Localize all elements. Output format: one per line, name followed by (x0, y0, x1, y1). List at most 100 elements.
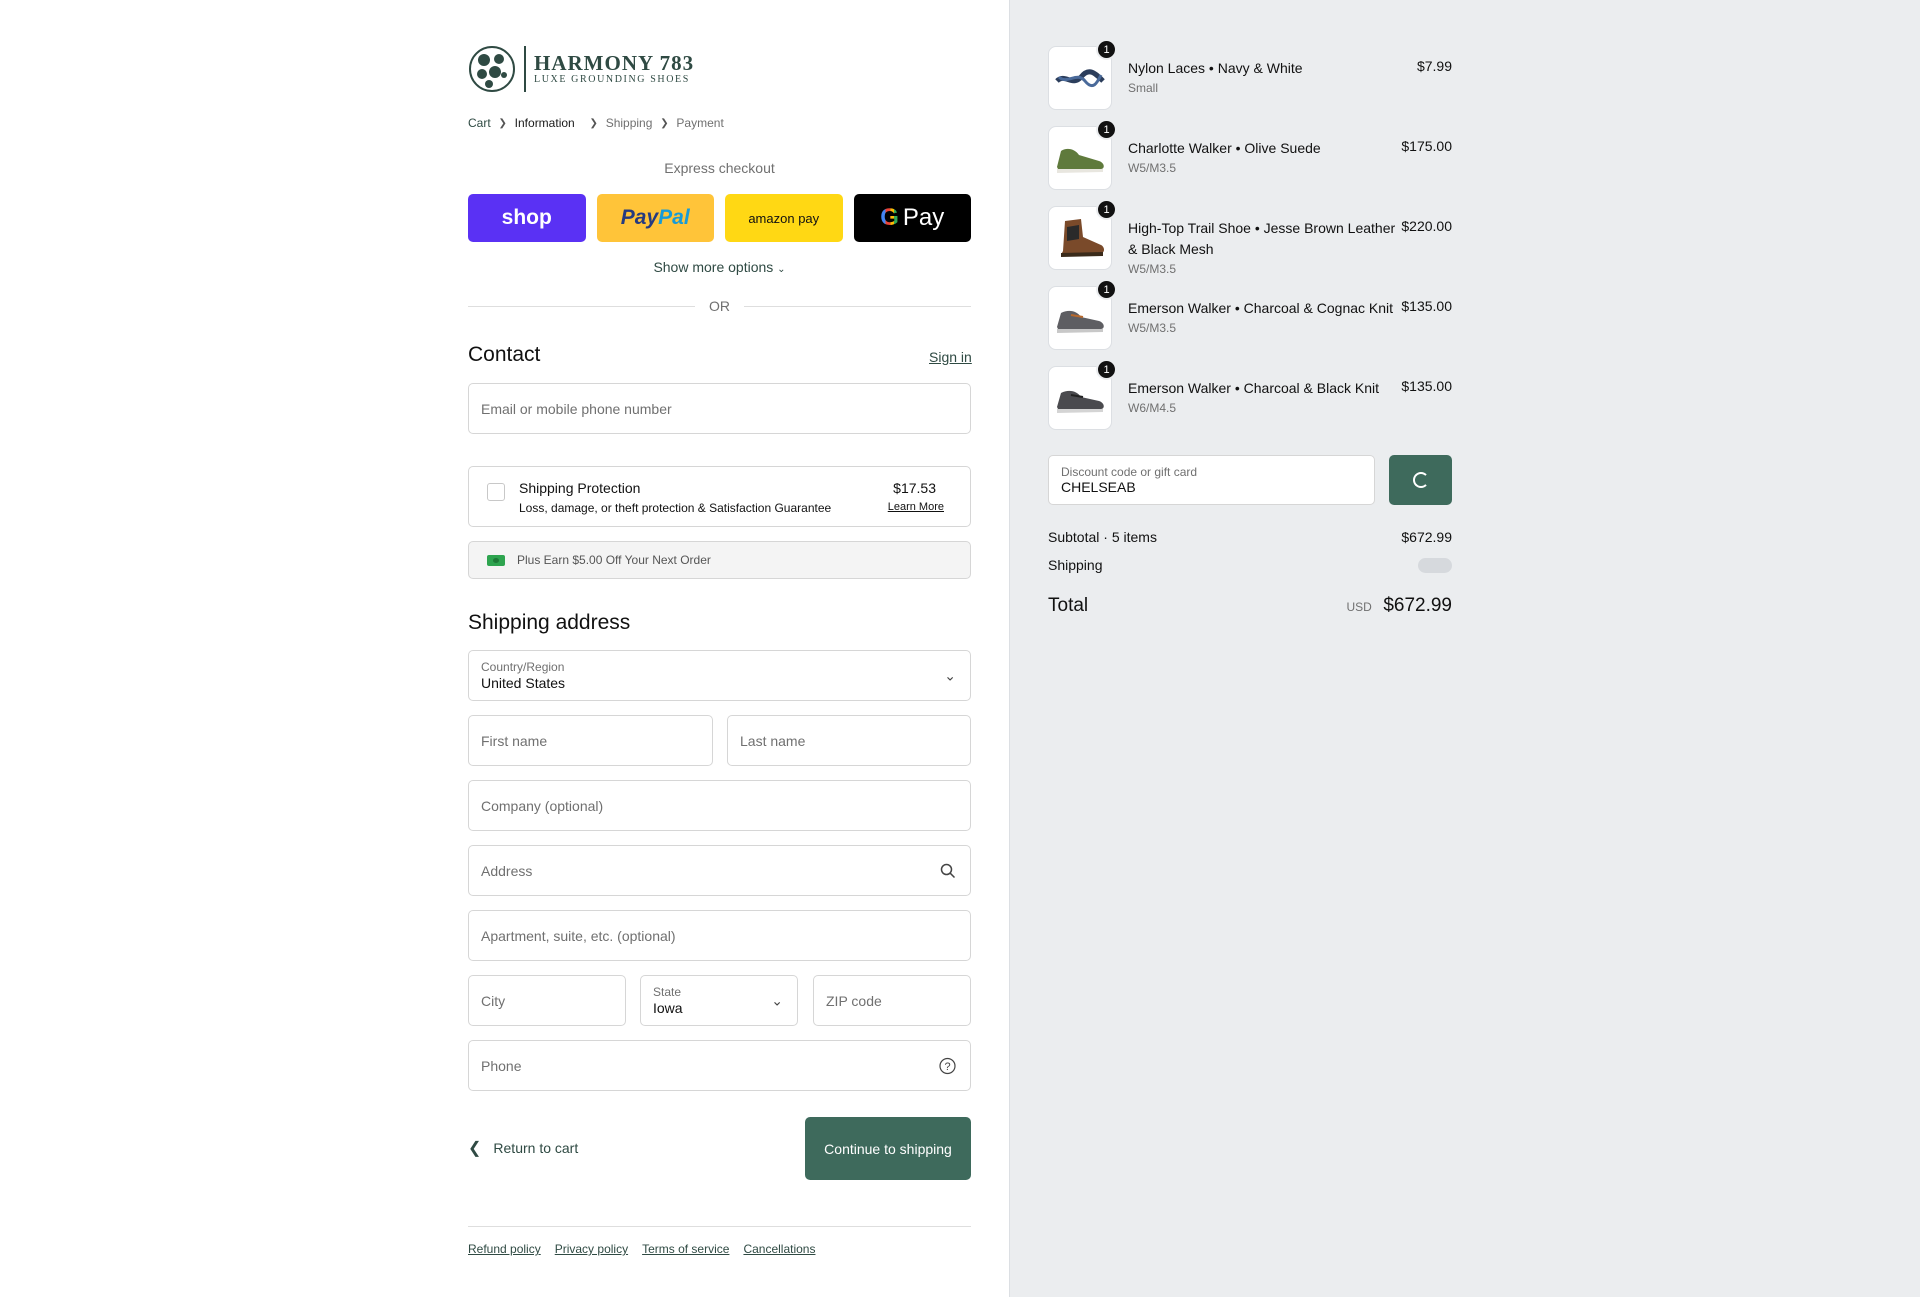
city-placeholder: City (481, 992, 506, 1009)
shipping-address-heading: Shipping address (468, 611, 631, 634)
breadcrumb-payment: Payment (676, 116, 724, 130)
paypal-button[interactable]: Pay Pal (596, 194, 714, 242)
brand-name: HARMONY 783 (534, 51, 695, 75)
item-price: $7.99 (1416, 58, 1452, 74)
apartment-field[interactable]: Apartment, suite, etc. (optional) (468, 910, 971, 961)
phone-field[interactable]: Phone ? (468, 1040, 971, 1091)
return-to-cart-label: Return to cart (493, 1140, 579, 1156)
learn-more-link[interactable]: Learn More (888, 501, 944, 513)
brand-logo[interactable]: HARMONY 783 LUXE GROUNDING SHOES (468, 43, 694, 95)
total-value: $672.99 (1383, 595, 1452, 616)
breadcrumb-cart[interactable]: Cart (468, 116, 491, 130)
google-g-icon: G (880, 204, 899, 231)
help-icon[interactable]: ? (939, 1057, 956, 1074)
express-checkout-buttons: shop Pay Pal amazon pay G Pay (468, 194, 971, 242)
first-name-placeholder: First name (481, 732, 548, 749)
chevron-down-icon: ⌄ (944, 667, 956, 683)
or-divider: OR (468, 296, 971, 316)
quantity-badge: 1 (1096, 199, 1117, 220)
item-variant: W6/M4.5 (1128, 401, 1177, 415)
order-summary-panel (1009, 0, 1920, 1297)
shop-pay-button[interactable]: shop (468, 194, 586, 242)
item-variant: W5/M3.5 (1128, 262, 1177, 276)
item-variant: Small (1128, 81, 1159, 95)
quantity-badge: 1 (1096, 39, 1117, 60)
or-text: OR (709, 298, 730, 314)
subtotal-value: $672.99 (1401, 529, 1452, 545)
address-field[interactable]: Address (468, 845, 971, 896)
shipping-protection-box: Shipping Protection Loss, damage, or the… (468, 466, 971, 527)
discount-code-field[interactable]: Discount code or gift card CHELSEAB (1048, 455, 1375, 505)
return-to-cart-link[interactable]: ❮ Return to cart (468, 1138, 578, 1158)
subtotal-label: Subtotal · 5 items (1048, 529, 1157, 545)
item-price: $135.00 (1401, 298, 1452, 314)
shop-pay-label: shop (501, 206, 552, 229)
show-more-options-label: Show more options (653, 259, 774, 275)
earn-reward-banner: Plus Earn $5.00 Off Your Next Order (468, 541, 971, 579)
country-label: Country/Region (481, 659, 565, 674)
item-name: Emerson Walker • Charcoal & Black Knit (1128, 380, 1380, 396)
continue-to-shipping-label: Continue to shipping (824, 1140, 952, 1157)
privacy-policy-link[interactable]: Privacy policy (555, 1242, 628, 1256)
logo-divider (524, 46, 526, 92)
item-name: Nylon Laces • Navy & White (1128, 60, 1303, 76)
sign-in-link[interactable]: Sign in (929, 349, 972, 365)
discount-label: Discount code or gift card (1061, 465, 1198, 479)
google-pay-button[interactable]: G Pay (853, 194, 971, 242)
apply-discount-button[interactable] (1389, 455, 1452, 505)
shipping-protection-price: $17.53 (893, 480, 936, 496)
express-checkout-title: Express checkout (664, 160, 775, 176)
cash-icon (487, 554, 505, 566)
chevron-right-icon: ❯ (660, 117, 669, 129)
phone-placeholder: Phone (481, 1057, 522, 1074)
first-name-field[interactable]: First name (468, 715, 713, 766)
earn-reward-text: Plus Earn $5.00 Off Your Next Order (517, 553, 711, 567)
breadcrumb: Cart ❯ Information ❯ Shipping ❯ Payment (468, 116, 724, 130)
terms-of-service-link[interactable]: Terms of service (642, 1242, 729, 1256)
city-field[interactable]: City (468, 975, 626, 1026)
contact-heading: Contact (468, 343, 541, 366)
shipping-protection-checkbox[interactable] (487, 483, 505, 501)
shipping-protection-title: Shipping Protection (519, 480, 641, 496)
email-field[interactable]: Email or mobile phone number (468, 383, 971, 434)
cancellations-link[interactable]: Cancellations (743, 1242, 815, 1256)
footer-divider (468, 1226, 971, 1227)
shipping-label: Shipping (1048, 557, 1103, 573)
amazon-pay-label: amazon pay (748, 210, 820, 226)
last-name-field[interactable]: Last name (727, 715, 971, 766)
breadcrumb-information: Information (514, 116, 575, 130)
refund-policy-link[interactable]: Refund policy (468, 1242, 541, 1256)
item-price: $175.00 (1401, 138, 1452, 154)
state-select[interactable]: State Iowa ⌄ (640, 975, 798, 1026)
quantity-badge: 1 (1096, 119, 1117, 140)
loading-spinner-icon (1412, 472, 1429, 488)
cart-item: 1 High-Top Trail Shoe • Jesse Brown Leat… (1048, 199, 1452, 276)
item-price: $135.00 (1401, 378, 1452, 394)
cart-item: 1 Charlotte Walker • Olive Suede W5/M3.5… (1048, 119, 1452, 190)
country-select[interactable]: Country/Region United States ⌄ (468, 650, 971, 701)
item-variant: W5/M3.5 (1128, 321, 1177, 335)
state-label: State (653, 984, 682, 999)
zip-placeholder: ZIP code (826, 992, 882, 1009)
svg-text:?: ? (944, 1061, 950, 1073)
continue-to-shipping-button[interactable]: Continue to shipping (805, 1117, 971, 1180)
company-field[interactable]: Company (optional) (468, 780, 971, 831)
logo-mark-icon (469, 46, 515, 92)
amazon-pay-button[interactable]: amazon pay (725, 194, 843, 242)
item-name: Emerson Walker • Charcoal & Cognac Knit (1128, 300, 1394, 316)
chevron-left-icon: ❮ (468, 1140, 482, 1157)
chevron-right-icon: ❯ (589, 117, 598, 129)
breadcrumb-shipping: Shipping (605, 116, 653, 130)
shipping-loading-placeholder (1418, 557, 1452, 573)
shipping-row: Shipping (1048, 557, 1452, 573)
quantity-badge: 1 (1096, 359, 1117, 380)
last-name-placeholder: Last name (740, 732, 806, 749)
show-more-options-button[interactable]: Show more options ⌄ (468, 259, 971, 275)
email-placeholder: Email or mobile phone number (481, 400, 672, 417)
subtotal-row: Subtotal · 5 items $672.99 (1048, 529, 1452, 545)
state-value: Iowa (653, 999, 683, 1016)
apartment-placeholder: Apartment, suite, etc. (optional) (481, 927, 676, 944)
zip-field[interactable]: ZIP code (813, 975, 971, 1026)
google-pay-label: Pay (902, 204, 945, 231)
paypal-label-1: Pay (620, 206, 659, 229)
